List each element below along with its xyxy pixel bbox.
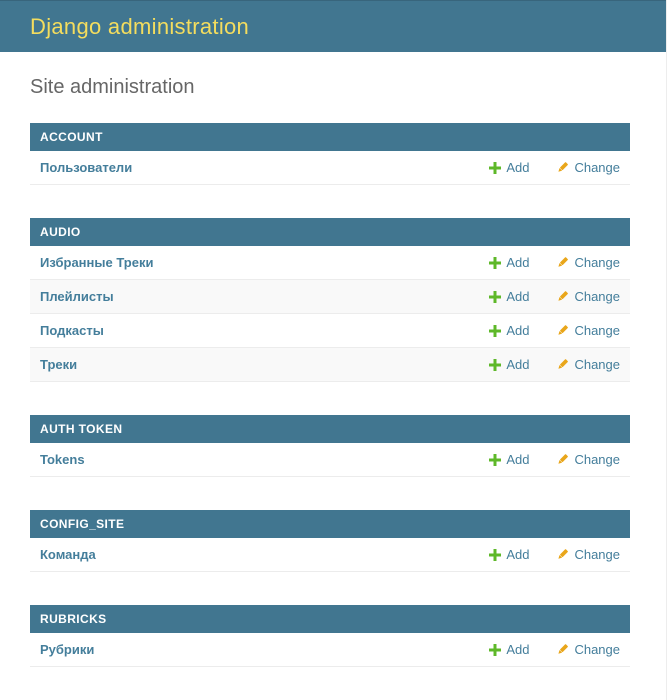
model-link-podcasts[interactable]: Подкасты	[40, 323, 104, 338]
add-button[interactable]: Add	[489, 547, 529, 562]
plus-icon	[489, 257, 501, 269]
module-caption-account: ACCOUNT	[30, 123, 630, 151]
module-config-site: CONFIG_SITE Команда Add Change	[30, 510, 630, 572]
add-button[interactable]: Add	[489, 323, 529, 338]
plus-icon	[489, 359, 501, 371]
module-caption-rubricks: RUBRICKS	[30, 605, 630, 633]
app-header: Django administration	[0, 0, 672, 52]
model-link-rubrics[interactable]: Рубрики	[40, 642, 94, 657]
pencil-icon	[556, 453, 569, 466]
pencil-icon	[556, 290, 569, 303]
pencil-icon	[556, 161, 569, 174]
row-actions: Add Change	[489, 323, 620, 338]
add-button[interactable]: Add	[489, 160, 529, 175]
model-link-users[interactable]: Пользователи	[40, 160, 132, 175]
app-link-audio[interactable]: AUDIO	[40, 225, 81, 239]
plus-icon	[489, 291, 501, 303]
change-button[interactable]: Change	[556, 160, 620, 175]
change-button[interactable]: Change	[556, 323, 620, 338]
site-title[interactable]: Django administration	[30, 14, 249, 40]
app-link-config-site[interactable]: CONFIG_SITE	[40, 517, 124, 531]
plus-icon	[489, 325, 501, 337]
pencil-icon	[556, 324, 569, 337]
model-row-rubrics: Рубрики Add Change	[30, 633, 630, 667]
module-rubricks: RUBRICKS Рубрики Add Change	[30, 605, 630, 667]
plus-icon	[489, 549, 501, 561]
plus-icon	[489, 162, 501, 174]
model-link-team[interactable]: Команда	[40, 547, 96, 562]
pencil-icon	[556, 256, 569, 269]
pencil-icon	[556, 643, 569, 656]
model-row-team: Команда Add Change	[30, 538, 630, 572]
row-actions: Add Change	[489, 547, 620, 562]
change-button[interactable]: Change	[556, 255, 620, 270]
main-content: Site administration ACCOUNT Пользователи…	[30, 52, 630, 667]
plus-icon	[489, 454, 501, 466]
row-actions: Add Change	[489, 357, 620, 372]
scrollbar-rail[interactable]	[666, 0, 672, 700]
change-button[interactable]: Change	[556, 452, 620, 467]
pencil-icon	[556, 548, 569, 561]
row-actions: Add Change	[489, 160, 620, 175]
app-link-account[interactable]: ACCOUNT	[40, 130, 103, 144]
model-link-tracks[interactable]: Треки	[40, 357, 77, 372]
model-row-tracks: Треки Add Change	[30, 348, 630, 382]
model-row-tokens: Tokens Add Change	[30, 443, 630, 477]
model-row-playlists: Плейлисты Add Change	[30, 280, 630, 314]
add-button[interactable]: Add	[489, 289, 529, 304]
row-actions: Add Change	[489, 452, 620, 467]
page-title: Site administration	[30, 76, 630, 99]
module-caption-audio: AUDIO	[30, 218, 630, 246]
plus-icon	[489, 644, 501, 656]
row-actions: Add Change	[489, 289, 620, 304]
add-button[interactable]: Add	[489, 357, 529, 372]
add-button[interactable]: Add	[489, 255, 529, 270]
module-account: ACCOUNT Пользователи Add Change	[30, 123, 630, 185]
module-audio: AUDIO Избранные Треки Add Change Плейлис…	[30, 218, 630, 382]
change-button[interactable]: Change	[556, 357, 620, 372]
row-actions: Add Change	[489, 255, 620, 270]
model-link-playlists[interactable]: Плейлисты	[40, 289, 114, 304]
model-link-tokens[interactable]: Tokens	[40, 452, 85, 467]
add-button[interactable]: Add	[489, 452, 529, 467]
module-auth-token: AUTH TOKEN Tokens Add Change	[30, 415, 630, 477]
change-button[interactable]: Change	[556, 547, 620, 562]
module-caption-config-site: CONFIG_SITE	[30, 510, 630, 538]
row-actions: Add Change	[489, 642, 620, 657]
change-button[interactable]: Change	[556, 289, 620, 304]
model-link-favorite-tracks[interactable]: Избранные Треки	[40, 255, 153, 270]
change-button[interactable]: Change	[556, 642, 620, 657]
model-row-favorite-tracks: Избранные Треки Add Change	[30, 246, 630, 280]
model-row-users: Пользователи Add Change	[30, 151, 630, 185]
app-link-auth-token[interactable]: AUTH TOKEN	[40, 422, 122, 436]
pencil-icon	[556, 358, 569, 371]
model-row-podcasts: Подкасты Add Change	[30, 314, 630, 348]
add-button[interactable]: Add	[489, 642, 529, 657]
module-caption-auth-token: AUTH TOKEN	[30, 415, 630, 443]
app-link-rubricks[interactable]: RUBRICKS	[40, 612, 107, 626]
